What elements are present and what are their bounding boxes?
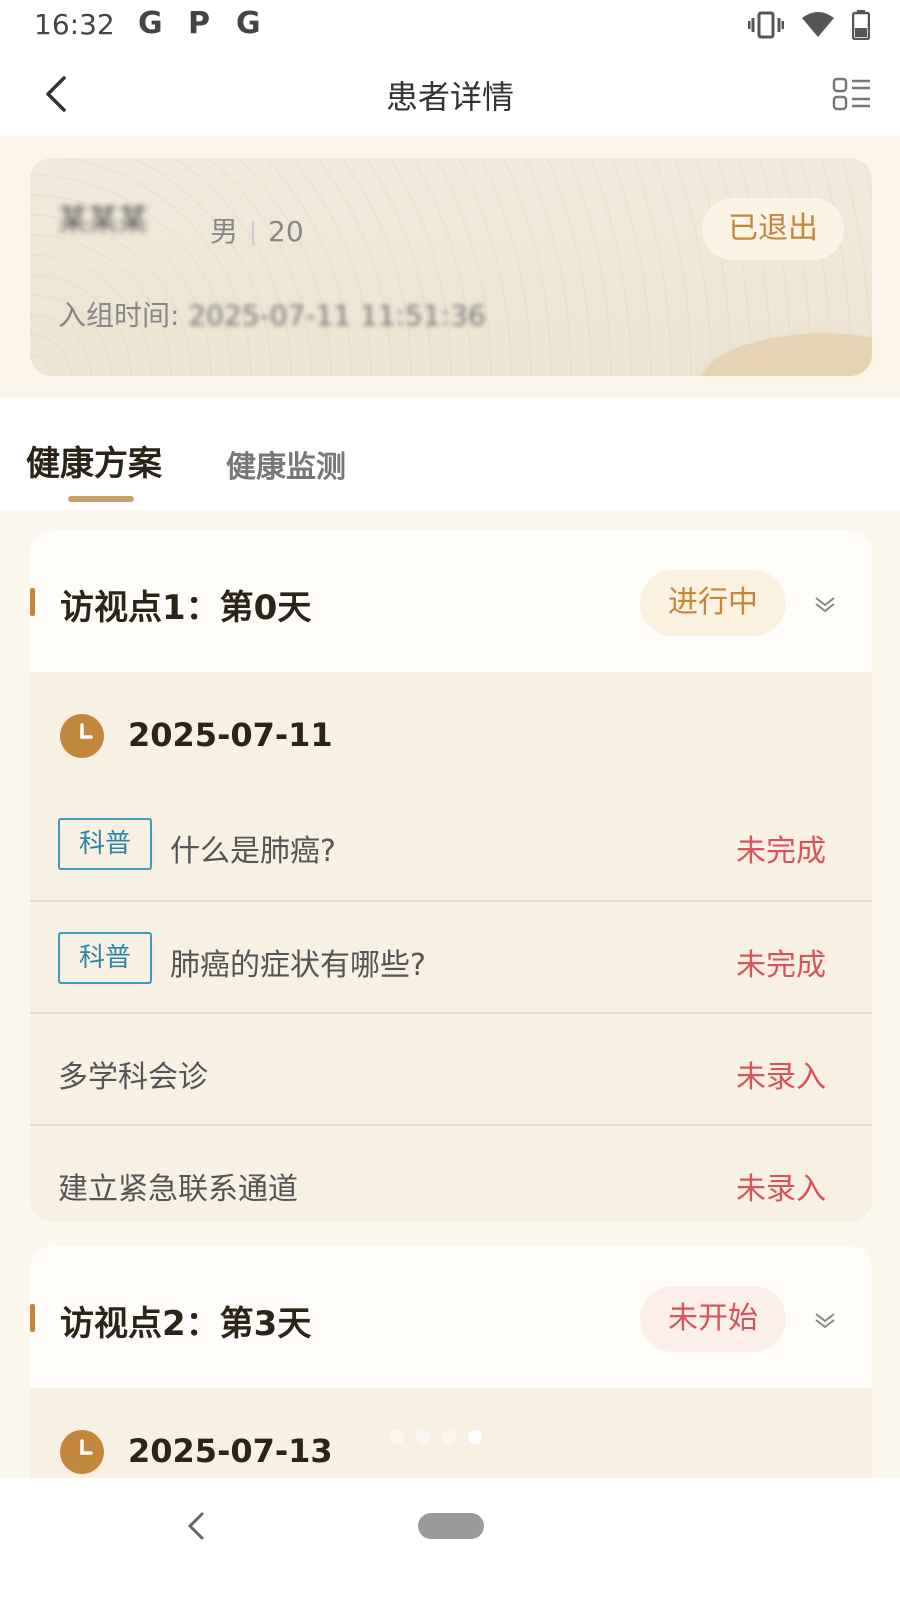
page-dots	[390, 1430, 482, 1444]
visit-title-1: 访视点1：第0天	[60, 588, 312, 628]
page-title: 患者详情	[385, 78, 514, 116]
clock-icon	[60, 714, 104, 758]
google-notification-icon: G	[138, 6, 163, 41]
patient-status-badge: 已退出	[702, 198, 844, 260]
patient-name: 某某某	[58, 203, 148, 238]
visit-header-1[interactable]: 访视点1：第0天 进行中	[30, 530, 872, 672]
wifi-icon	[802, 12, 834, 37]
science-tag: 科普	[58, 818, 152, 870]
app-header: 患者详情	[0, 52, 900, 136]
task-row[interactable]: 多学科会诊 未录入	[30, 1012, 872, 1124]
battery-icon	[852, 10, 870, 40]
patient-section: 某某某 男 20 已退出 入组时间: 2025-07-11 11:51:36	[0, 136, 900, 398]
visit-status-badge-1: 进行中	[640, 570, 786, 636]
visit-date-1: 2025-07-11	[128, 716, 333, 754]
page-dot	[390, 1430, 404, 1444]
task-status: 未录入	[736, 1172, 826, 1207]
enroll-time-label: 入组时间:	[58, 299, 180, 332]
task-row[interactable]: 建立紧急联系通道 未录入	[30, 1124, 872, 1222]
page-dot	[442, 1430, 456, 1444]
tab-indicator	[68, 496, 134, 502]
visit-accent-bar	[30, 588, 35, 616]
task-row[interactable]: 科普 肺癌的症状有哪些? 未完成	[30, 900, 872, 1012]
nav-home-pill[interactable]	[418, 1513, 484, 1539]
visit-date-row-1: 2025-07-11	[30, 672, 872, 788]
patient-meta: 男 20	[210, 210, 304, 250]
task-name: 肺癌的症状有哪些?	[170, 948, 426, 983]
visit-accent-bar	[30, 1304, 35, 1332]
tab-health-monitoring[interactable]: 健康监测	[226, 442, 346, 486]
system-nav-bar	[0, 1478, 900, 1600]
task-name: 建立紧急联系通道	[58, 1172, 298, 1207]
task-row[interactable]: 科普 什么是肺癌? 未完成	[30, 788, 872, 900]
visit-title-2: 访视点2：第3天	[60, 1304, 312, 1344]
visit-date-2: 2025-07-13	[128, 1432, 333, 1470]
vibrate-icon	[748, 11, 784, 39]
visit-status-badge-2: 未开始	[640, 1286, 786, 1352]
task-status: 未完成	[736, 948, 826, 983]
task-status: 未完成	[736, 834, 826, 869]
page-dot	[416, 1430, 430, 1444]
google-notification-icon-2: G	[236, 6, 261, 41]
enroll-time: 入组时间: 2025-07-11 11:51:36	[58, 294, 486, 334]
patient-gender: 男	[210, 215, 239, 248]
nav-back-icon[interactable]	[186, 1510, 206, 1542]
task-status: 未录入	[736, 1060, 826, 1095]
task-name: 多学科会诊	[58, 1060, 208, 1095]
task-name: 什么是肺癌?	[170, 834, 336, 869]
enroll-time-value: 2025-07-11 11:51:36	[188, 299, 486, 332]
patient-age: 20	[268, 215, 304, 248]
decorative-hill	[632, 306, 872, 376]
list-layout-icon[interactable]	[832, 76, 872, 112]
patient-card: 某某某 男 20 已退出 入组时间: 2025-07-11 11:51:36	[30, 158, 872, 376]
visit-header-2[interactable]: 访视点2：第3天 未开始	[30, 1246, 872, 1388]
meta-divider	[252, 221, 255, 245]
double-chevron-down-icon[interactable]	[812, 1306, 838, 1332]
double-chevron-down-icon[interactable]	[812, 590, 838, 616]
science-tag: 科普	[58, 932, 152, 984]
clock-icon	[60, 1430, 104, 1474]
status-time: 16:32	[34, 8, 115, 41]
visit-card-1: 访视点1：第0天 进行中 2025-07-11 科普 什么是肺癌? 未完成 科普…	[30, 530, 872, 1222]
status-bar: 16:32 G P G	[0, 0, 900, 52]
page-dot-active	[468, 1430, 482, 1444]
tab-health-plan[interactable]: 健康方案	[26, 436, 162, 485]
tab-bar: 健康方案 健康监测	[0, 398, 900, 510]
p-notification-icon: P	[188, 6, 210, 41]
